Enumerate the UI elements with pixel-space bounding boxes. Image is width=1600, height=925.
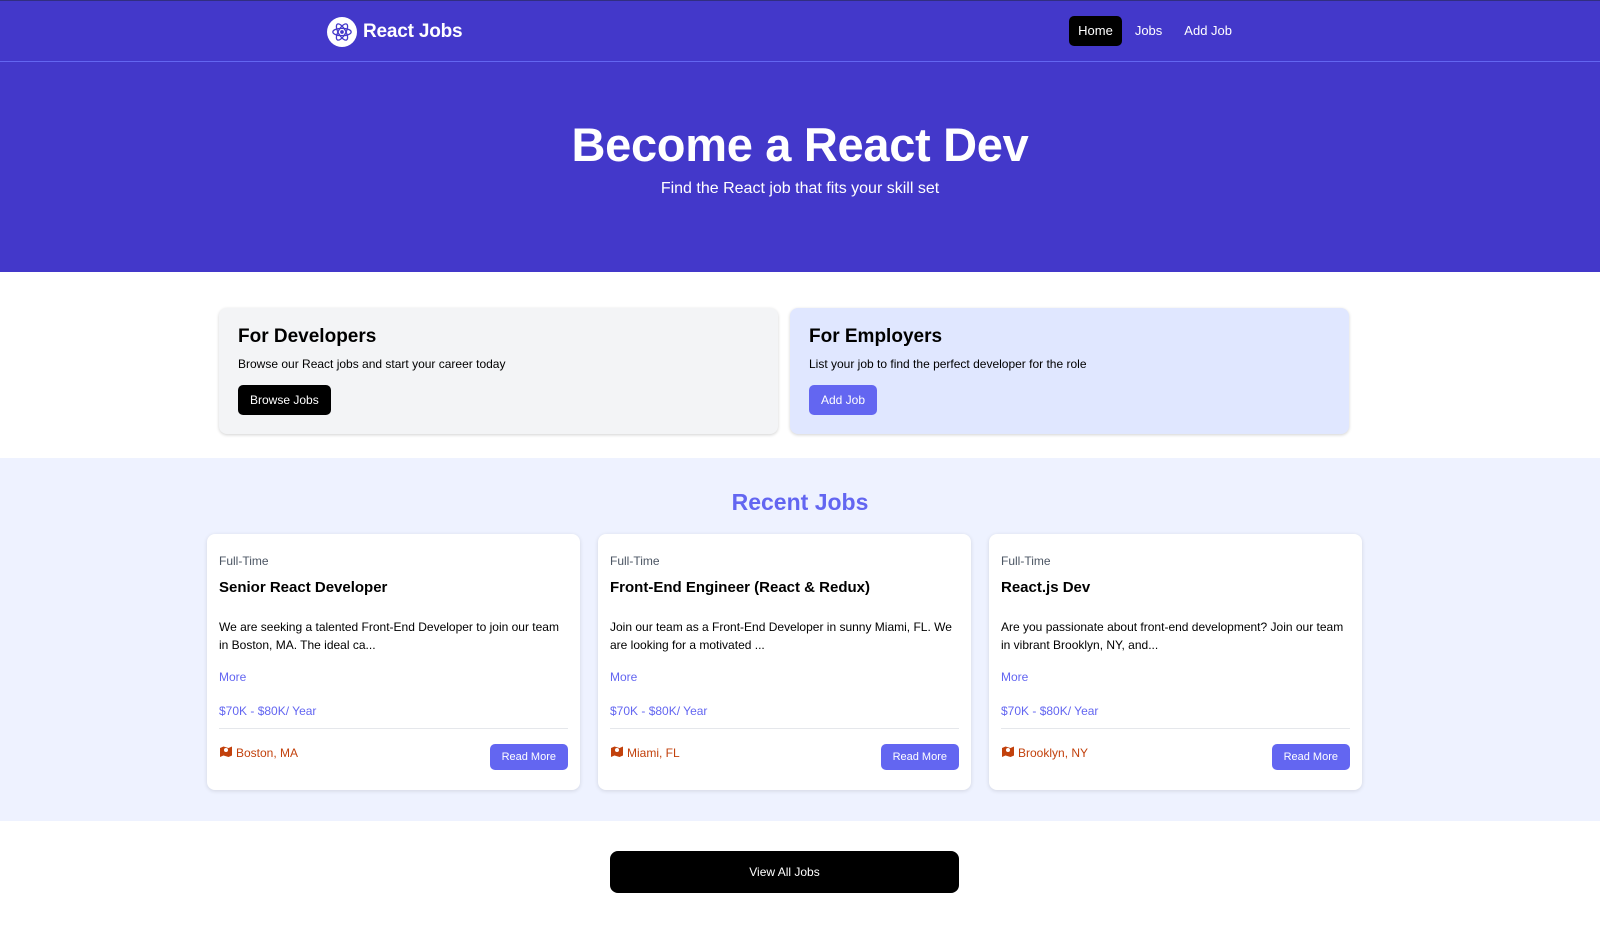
browse-jobs-button[interactable]: Browse Jobs	[238, 385, 331, 415]
job-type: Full-Time	[610, 554, 660, 568]
recent-jobs-heading: Recent Jobs	[731, 489, 869, 515]
developers-card: For Developers Browse our React jobs and…	[219, 308, 778, 434]
job-salary: $70K - $80K/ Year	[219, 704, 568, 729]
hero-subtitle: Find the React job that fits your skill …	[660, 180, 940, 197]
job-footer: Brooklyn, NY Read More	[1001, 729, 1350, 773]
employers-card-title: For Employers	[809, 326, 943, 347]
view-all-jobs-button[interactable]: View All Jobs	[610, 851, 959, 893]
job-title: React.js Dev	[1001, 579, 1091, 596]
read-more-button[interactable]: Read More	[880, 744, 959, 770]
job-location: Miami, FL	[610, 745, 680, 760]
job-description: Join our team as a Front-End Developer i…	[610, 620, 952, 652]
hero: Become a React Dev Find the React job th…	[0, 62, 1600, 272]
job-type: Full-Time	[219, 554, 269, 568]
jobs-grid: Full-Time Senior React Developer We are …	[207, 534, 1362, 790]
job-type: Full-Time	[1001, 554, 1051, 568]
developers-card-text: Browse our React jobs and start your car…	[238, 357, 506, 371]
employers-card-text: List your job to find the perfect develo…	[809, 357, 1087, 371]
map-marker-icon	[610, 745, 624, 760]
nav-link-home[interactable]: Home	[1069, 16, 1122, 46]
job-more-link[interactable]: More	[610, 670, 959, 684]
job-card: Full-Time Front-End Engineer (React & Re…	[598, 534, 971, 790]
add-job-button[interactable]: Add Job	[809, 385, 878, 415]
job-more-link[interactable]: More	[1001, 670, 1350, 684]
react-atom-icon	[327, 17, 357, 47]
job-salary: $70K - $80K/ Year	[610, 704, 959, 729]
navbar: React Jobs Home Jobs Add Job	[0, 0, 1600, 62]
job-location: Boston, MA	[219, 745, 298, 760]
job-more-link[interactable]: More	[219, 670, 568, 684]
job-footer: Miami, FL Read More	[610, 729, 959, 773]
job-location: Brooklyn, NY	[1001, 745, 1088, 760]
job-location-text: Boston, MA	[236, 745, 299, 760]
recent-jobs-section: Recent Jobs Full-Time Senior React Devel…	[0, 458, 1600, 821]
nav-link-jobs[interactable]: Jobs	[1126, 16, 1171, 46]
read-more-button[interactable]: Read More	[489, 744, 568, 770]
nav-link-add-job[interactable]: Add Job	[1175, 16, 1241, 46]
employers-card: For Employers List your job to find the …	[790, 308, 1349, 434]
nav-links: Home Jobs Add Job	[1069, 16, 1241, 46]
job-card: Full-Time Senior React Developer We are …	[207, 534, 580, 790]
map-marker-icon	[1001, 745, 1015, 760]
map-marker-icon	[219, 745, 233, 760]
developers-card-title: For Developers	[238, 326, 377, 347]
read-more-button[interactable]: Read More	[1271, 744, 1350, 770]
job-description: We are seeking a talented Front-End Deve…	[219, 620, 559, 652]
job-card: Full-Time React.js Dev Are you passionat…	[989, 534, 1362, 790]
job-description: Are you passionate about front-end devel…	[1001, 620, 1344, 652]
job-salary: $70K - $80K/ Year	[1001, 704, 1350, 729]
brand-link[interactable]: React Jobs	[327, 16, 463, 48]
job-location-text: Miami, FL	[627, 745, 680, 760]
job-location-text: Brooklyn, NY	[1018, 745, 1089, 760]
promo-cards: For Developers Browse our React jobs and…	[219, 308, 1350, 434]
job-title: Front-End Engineer (React & Redux)	[610, 579, 871, 596]
job-footer: Boston, MA Read More	[219, 729, 568, 773]
hero-title: Become a React Dev	[571, 118, 1029, 171]
brand-name: React Jobs	[363, 21, 463, 42]
job-title: Senior React Developer	[219, 579, 388, 596]
